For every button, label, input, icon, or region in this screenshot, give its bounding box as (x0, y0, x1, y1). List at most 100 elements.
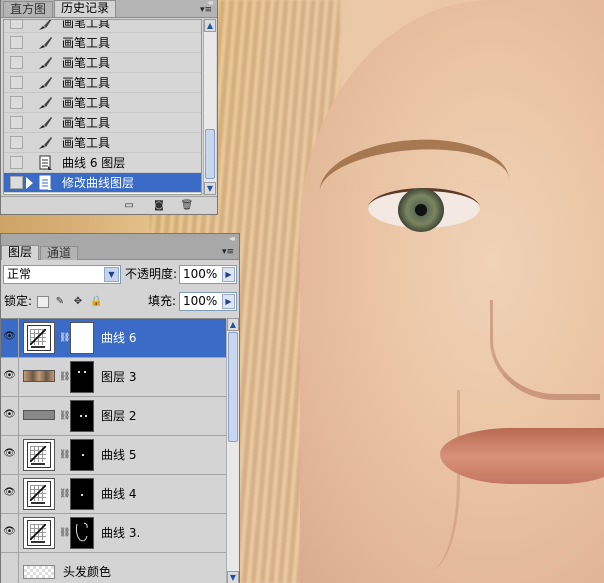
layer-mask-thumbnail[interactable] (70, 400, 94, 432)
tab-histogram[interactable]: 直方图 (3, 1, 54, 17)
chain-link-icon[interactable]: ⛓ (59, 487, 70, 501)
lock-position-move-icon[interactable]: ✥ (72, 296, 84, 308)
scroll-down-icon[interactable]: ▼ (204, 182, 216, 195)
opacity-label: 不透明度: (125, 267, 178, 281)
history-item-label: 画笔工具 (62, 36, 111, 50)
chain-link-icon[interactable]: ⛓ (59, 331, 70, 345)
new-document-from-state-icon[interactable]: ▭ (122, 200, 136, 211)
curves-icon (27, 520, 51, 546)
fill-slider-arrow-icon[interactable]: ▶ (222, 294, 235, 309)
visibility-toggle[interactable] (1, 553, 19, 583)
layer-row[interactable]: 👁 ⛓ 图层 3 (1, 358, 227, 397)
layer-name[interactable]: 曲线 6 (101, 330, 136, 346)
chevron-down-icon[interactable]: ▼ (104, 267, 119, 282)
blend-mode-select[interactable]: 正常 ▼ (3, 265, 121, 284)
fill-label: 填充: (148, 294, 177, 308)
opacity-slider-arrow-icon[interactable]: ▶ (222, 267, 235, 282)
layer-mask-thumbnail[interactable] (70, 478, 94, 510)
layer-thumbnail[interactable] (23, 410, 55, 420)
tab-layers[interactable]: 图层 (1, 245, 40, 260)
chain-link-icon[interactable]: ⛓ (59, 448, 70, 462)
scroll-up-icon[interactable]: ▲ (227, 318, 239, 331)
fill-field[interactable]: 100% ▶ (179, 292, 237, 311)
visibility-toggle[interactable]: 👁 (1, 475, 19, 513)
history-item-label: 画笔工具 (62, 76, 111, 90)
layer-row[interactable]: 👁 ⛓ 曲线 4 (1, 475, 227, 514)
eye-icon: 👁 (3, 409, 16, 420)
layer-name[interactable]: 图层 2 (101, 408, 136, 424)
curves-adjustment-thumbnail[interactable] (23, 322, 55, 354)
lock-image-brush-icon[interactable]: ✎ (54, 296, 66, 308)
history-item[interactable]: 画笔工具 (4, 73, 201, 93)
tab-history[interactable]: 历史记录 (54, 0, 117, 17)
layer-row-selected[interactable]: 👁 ⛓ 曲线 6 (1, 319, 227, 358)
history-item[interactable]: 曲线 6 图层 (4, 153, 201, 173)
mask-face-outline-icon (75, 522, 88, 542)
snapshot-source-checkbox[interactable] (10, 76, 23, 89)
trash-icon[interactable]: 🗑 (180, 200, 194, 211)
camera-icon[interactable]: ◙ (152, 200, 166, 211)
layer-mask-thumbnail[interactable] (70, 439, 94, 471)
curves-adjustment-thumbnail[interactable] (23, 478, 55, 510)
layer-row[interactable]: 👁 ⛓ 曲线 5 (1, 436, 227, 475)
history-item[interactable]: 画笔工具 (4, 33, 201, 53)
history-item-selected[interactable]: 修改曲线图层 (4, 173, 201, 193)
opacity-field[interactable]: 100% ▶ (179, 265, 237, 284)
history-item[interactable]: 画笔工具 (4, 113, 201, 133)
layer-mask-thumbnail[interactable] (70, 361, 94, 393)
tab-channels[interactable]: 通道 (40, 246, 79, 260)
opacity-value: 100% (183, 267, 218, 281)
history-state-slider-icon[interactable] (26, 177, 33, 189)
chain-link-icon[interactable]: ⛓ (59, 370, 70, 384)
history-item[interactable]: 画笔工具 (4, 53, 201, 73)
snapshot-source-checkbox[interactable] (10, 56, 23, 69)
scroll-thumb[interactable] (205, 129, 215, 179)
panel-menu-icon[interactable]: ▾≡ (199, 4, 213, 16)
curves-adjustment-thumbnail[interactable] (23, 517, 55, 549)
history-scrollbar[interactable]: ▲ ▼ (203, 19, 216, 195)
snapshot-source-checkbox[interactable] (10, 96, 23, 109)
chain-link-icon[interactable]: ⛓ (59, 409, 70, 423)
layer-row[interactable]: 头发颜色 (1, 553, 227, 583)
chain-link-icon[interactable]: ⛓ (59, 526, 70, 540)
layer-mask-thumbnail[interactable] (70, 322, 94, 354)
scroll-down-icon[interactable]: ▼ (227, 571, 239, 583)
layer-name[interactable]: 曲线 5 (101, 447, 136, 463)
snapshot-source-checkbox[interactable] (10, 20, 23, 29)
curves-adjustment-thumbnail[interactable] (23, 439, 55, 471)
layers-panel: ◂◂ 图层 通道 ▾≡ 正常 ▼ 不透明度: 100% ▶ 锁定: ✎ ✥ 🔒 … (0, 233, 240, 583)
layer-row[interactable]: 👁 ⛓ 曲线 3. (1, 514, 227, 553)
layer-thumbnail[interactable] (23, 565, 55, 579)
history-item[interactable]: 画笔工具 (4, 93, 201, 113)
visibility-toggle[interactable]: 👁 (1, 358, 19, 396)
blend-row: 正常 ▼ 不透明度: 100% ▶ (1, 262, 239, 286)
layer-name[interactable]: 曲线 3. (101, 525, 140, 541)
layers-tab-row: 图层 通道 (1, 242, 239, 260)
lock-all-padlock-icon[interactable]: 🔒 (90, 296, 102, 308)
history-item[interactable]: 画笔工具 (4, 20, 201, 33)
curves-icon (27, 325, 51, 351)
visibility-toggle[interactable]: 👁 (1, 397, 19, 435)
scroll-up-icon[interactable]: ▲ (204, 19, 216, 32)
snapshot-source-checkbox[interactable] (10, 116, 23, 129)
snapshot-source-checkbox[interactable] (10, 36, 23, 49)
eye-icon: 👁 (3, 487, 16, 498)
panel-menu-icon[interactable]: ▾≡ (221, 246, 235, 258)
layer-thumbnail[interactable] (23, 370, 55, 382)
layer-row[interactable]: 👁 ⛓ 图层 2 (1, 397, 227, 436)
layer-name[interactable]: 头发颜色 (63, 564, 111, 580)
layer-name[interactable]: 图层 3 (101, 369, 136, 385)
snapshot-source-checkbox[interactable] (10, 136, 23, 149)
history-item[interactable]: 画笔工具 (4, 133, 201, 153)
snapshot-source-checkbox[interactable] (10, 156, 23, 169)
visibility-toggle[interactable]: 👁 (1, 514, 19, 552)
scroll-thumb[interactable] (228, 332, 238, 442)
visibility-toggle[interactable]: 👁 (1, 436, 19, 474)
fill-value: 100% (183, 294, 218, 308)
layer-name[interactable]: 曲线 4 (101, 486, 136, 502)
visibility-toggle[interactable]: 👁 (1, 319, 19, 357)
snapshot-source-checkbox[interactable] (10, 176, 23, 189)
layers-scrollbar[interactable]: ▲ ▼ (226, 318, 239, 583)
lock-transparent-icon[interactable] (37, 296, 49, 308)
layer-mask-thumbnail[interactable] (70, 517, 94, 549)
